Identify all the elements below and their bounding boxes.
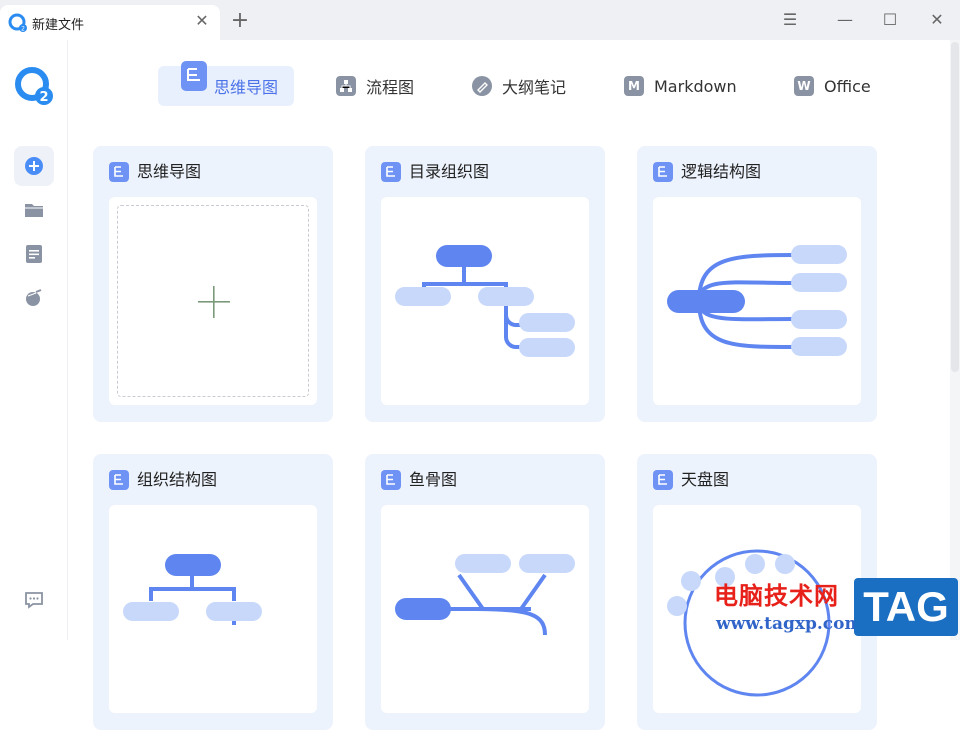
tab-outline[interactable]: 大纲笔记 <box>472 66 566 106</box>
title-bar: 2 新建文件 ✕ + ☰ — ☐ ✕ <box>0 0 960 40</box>
fishbone-diagram <box>395 554 575 636</box>
acorn-icon <box>26 289 42 306</box>
blank-preview <box>109 197 317 405</box>
tab-flowchart[interactable]: 流程图 <box>336 66 414 106</box>
sidebar-item-folder[interactable] <box>14 190 54 230</box>
mindmap-icon <box>653 162 673 182</box>
tab-flowchart-label: 流程图 <box>366 78 415 97</box>
watermark-site-name: 电脑技术网 <box>714 582 839 610</box>
logic-preview <box>653 197 861 405</box>
sidebar-item-feedback[interactable] <box>14 580 54 620</box>
template-card-mindmap[interactable]: 思维导图 <box>93 146 333 422</box>
card-title: 鱼骨图 <box>409 470 458 489</box>
sidebar-item-document[interactable] <box>14 234 54 274</box>
app-logo-icon: 2 <box>15 67 53 105</box>
watermark-url: www.tagxp.com <box>716 614 863 634</box>
mindmap-icon <box>653 470 673 490</box>
mindmap-icon <box>109 162 129 182</box>
template-card-logic[interactable]: 逻辑结构图 <box>637 146 877 422</box>
new-tab-button[interactable]: + <box>230 10 250 32</box>
markdown-icon: M <box>624 76 644 96</box>
sidebar-item-acorn[interactable] <box>14 278 54 318</box>
tab-office[interactable]: W Office <box>794 66 871 106</box>
mindmap-icon <box>109 470 129 490</box>
outline-icon <box>472 76 492 96</box>
tab-title: 新建文件 <box>32 18 85 33</box>
tab-markdown[interactable]: M Markdown <box>624 66 737 106</box>
minimize-button[interactable]: — <box>833 8 857 32</box>
template-card-org[interactable]: 组织结构图 <box>93 454 333 730</box>
tab-mindmap[interactable]: 思维导图 <box>158 61 294 106</box>
directory-preview <box>381 197 589 405</box>
document-icon <box>26 245 42 263</box>
watermark-badge: TAG <box>854 578 958 636</box>
plus-icon <box>198 286 230 318</box>
org-diagram <box>123 554 262 625</box>
tab-markdown-label: Markdown <box>654 76 737 96</box>
office-icon: W <box>794 76 814 96</box>
tab-outline-label: 大纲笔记 <box>502 78 567 97</box>
mindmap-icon <box>181 61 207 91</box>
fishbone-preview <box>381 505 589 713</box>
card-title: 思维导图 <box>137 162 202 181</box>
tab-close-icon[interactable]: ✕ <box>192 11 212 31</box>
chat-icon <box>25 592 43 609</box>
sidebar-item-new[interactable] <box>14 146 54 186</box>
card-title: 天盘图 <box>681 470 730 489</box>
svg-text:2: 2 <box>21 26 25 33</box>
template-card-fishbone[interactable]: 鱼骨图 <box>365 454 605 730</box>
app-logo-icon: 2 <box>8 13 27 33</box>
card-title: 逻辑结构图 <box>681 162 762 181</box>
create-blank-area[interactable] <box>117 205 309 397</box>
watermark: 电脑技术网 www.tagxp.com TAG <box>710 576 960 640</box>
mindmap-icon <box>381 162 401 182</box>
folder-icon <box>25 204 43 217</box>
sidebar: 2 <box>0 40 68 640</box>
scrollbar-thumb[interactable] <box>951 42 959 372</box>
close-window-button[interactable]: ✕ <box>925 8 949 32</box>
card-title: 目录组织图 <box>409 162 490 181</box>
tab-office-label: Office <box>824 76 871 96</box>
template-card-directory[interactable]: 目录组织图 <box>365 146 605 422</box>
mindmap-icon <box>381 470 401 490</box>
card-title: 组织结构图 <box>137 470 218 489</box>
tab-mindmap-label: 思维导图 <box>214 78 279 97</box>
plus-circle-icon <box>25 157 43 175</box>
maximize-button[interactable]: ☐ <box>878 8 902 32</box>
logic-diagram <box>667 245 847 356</box>
flowchart-icon <box>336 76 356 96</box>
document-tab[interactable]: 2 新建文件 ✕ <box>0 5 220 40</box>
directory-diagram <box>395 245 575 357</box>
svg-text:2: 2 <box>39 90 48 105</box>
org-preview <box>109 505 317 713</box>
menu-icon[interactable]: ☰ <box>778 8 802 32</box>
